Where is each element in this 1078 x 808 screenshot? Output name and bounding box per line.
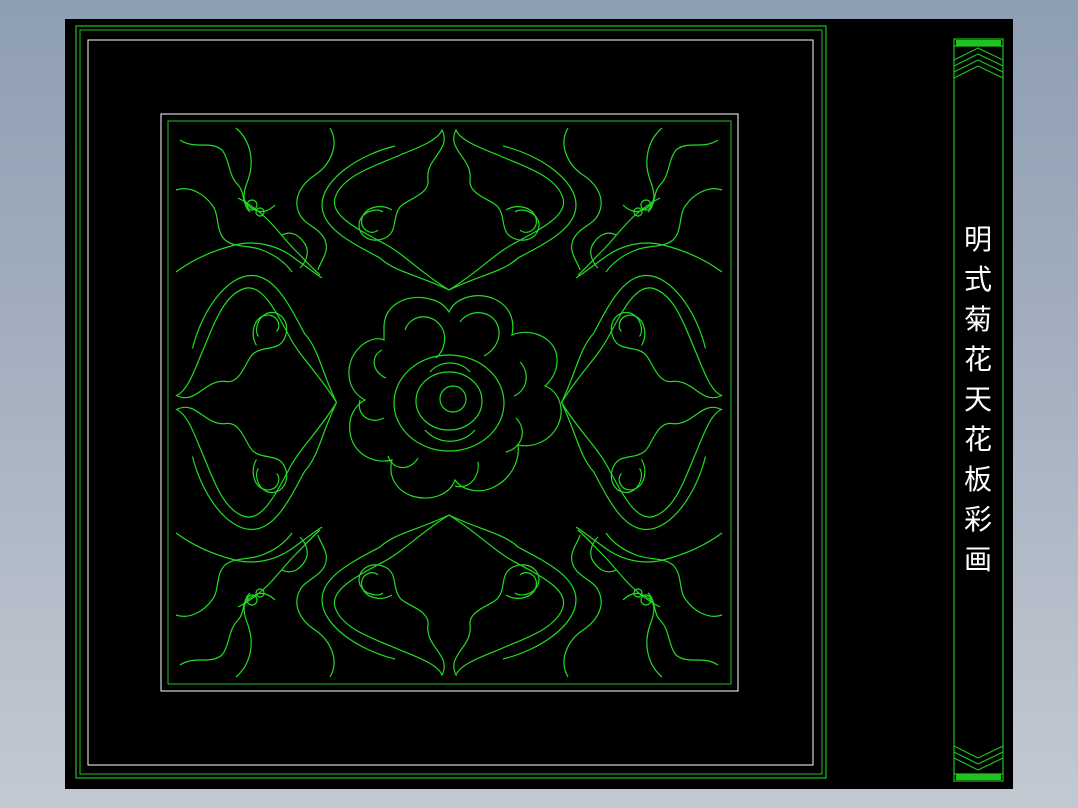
title-char: 明 <box>963 223 992 256</box>
drawing-canvas[interactable] <box>65 19 1013 789</box>
title-char: 花 <box>963 343 992 376</box>
title-block-text: 明 式 菊 花 天 花 板 彩 画 <box>955 220 1001 580</box>
title-char: 画 <box>963 543 992 576</box>
title-char: 花 <box>963 423 992 456</box>
title-block-frame <box>953 38 1004 782</box>
title-char: 彩 <box>963 503 992 536</box>
title-char: 板 <box>963 463 992 496</box>
title-char: 式 <box>963 263 992 296</box>
title-char: 天 <box>963 383 992 416</box>
title-char: 菊 <box>963 303 992 336</box>
